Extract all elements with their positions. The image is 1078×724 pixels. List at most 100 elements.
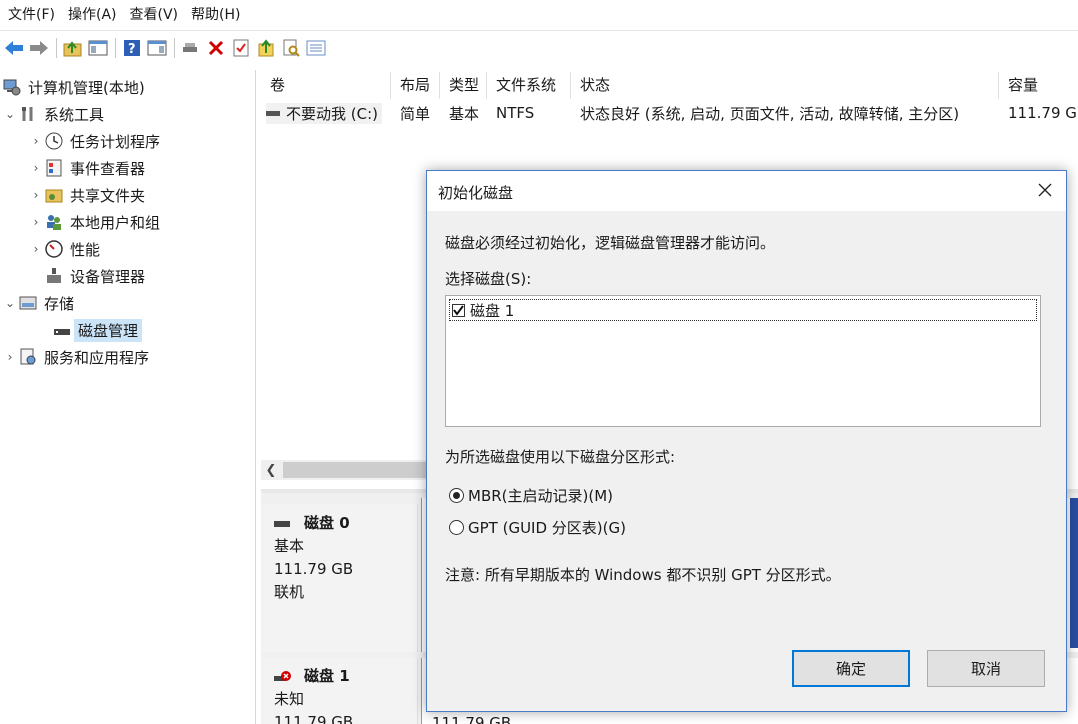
- connect-icon[interactable]: [179, 36, 203, 60]
- event-log-icon: [44, 158, 64, 178]
- partition-style-label: 为所选磁盘使用以下磁盘分区形式:: [445, 448, 676, 466]
- tree-item-device-manager[interactable]: 设备管理器: [44, 263, 145, 289]
- scrollbar-thumb[interactable]: [283, 462, 431, 478]
- properties-checklist-icon[interactable]: [229, 36, 253, 60]
- back-arrow-icon[interactable]: [2, 36, 26, 60]
- filesystem-cell: NTFS: [496, 104, 535, 122]
- disk-management-icon: [52, 320, 72, 340]
- tree-item-storage[interactable]: ⌄ 存储: [2, 290, 74, 316]
- disk-0-name: 磁盘 0: [304, 514, 350, 532]
- menu-action[interactable]: 操作(A): [66, 4, 128, 24]
- svg-text:?: ?: [128, 42, 136, 57]
- column-header-type[interactable]: 类型: [440, 72, 487, 99]
- chevron-right-icon[interactable]: ›: [28, 215, 44, 229]
- dialog-titlebar[interactable]: 初始化磁盘: [427, 171, 1066, 211]
- disk-checkbox[interactable]: [452, 303, 465, 317]
- tree-item-services-apps[interactable]: › 服务和应用程序: [2, 344, 149, 370]
- tree-label: 设备管理器: [70, 267, 146, 286]
- column-header-capacity[interactable]: 容量: [999, 72, 1078, 99]
- list-item[interactable]: 磁盘 1: [449, 299, 1037, 321]
- disk-icon: [274, 520, 290, 527]
- volume-table-header: 卷 布局 类型 文件系统 状态 容量: [261, 72, 1078, 99]
- tree-label: 本地用户和组: [70, 213, 161, 232]
- drive-icon: [266, 111, 280, 116]
- layout-cell: 简单: [400, 104, 431, 123]
- cancel-button[interactable]: 取消: [927, 650, 1045, 687]
- chevron-right-icon[interactable]: ›: [2, 350, 18, 364]
- disk-select-list[interactable]: 磁盘 1: [445, 295, 1041, 427]
- disk-1-size: 111.79 GB: [274, 713, 354, 724]
- tree-label: 系统工具: [44, 105, 105, 124]
- performance-icon: [44, 239, 64, 259]
- list-view-icon[interactable]: [304, 36, 328, 60]
- up-folder-icon[interactable]: [61, 36, 85, 60]
- export-list-icon[interactable]: [254, 36, 278, 60]
- tree-item-disk-management[interactable]: 磁盘管理: [52, 317, 143, 343]
- tree-label: 计算机管理(本地): [28, 78, 145, 97]
- gpt-note: 注意: 所有早期版本的 Windows 都不识别 GPT 分区形式。: [445, 566, 841, 584]
- disk-0-type: 基本: [274, 537, 305, 555]
- forward-arrow-icon[interactable]: [27, 36, 51, 60]
- disk-1-info[interactable]: 磁盘 1 未知 111.79 GB: [262, 658, 418, 724]
- computer-management-window: 文件(F) 操作(A) 查看(V) 帮助(H) ? 计算机管理(本地) ⌄ 系统…: [0, 0, 1078, 724]
- status-cell: 状态良好 (系统, 启动, 页面文件, 活动, 故障转储, 主分区): [580, 104, 960, 123]
- services-icon: [18, 347, 38, 367]
- gpt-option[interactable]: GPT (GUID 分区表)(G): [449, 517, 626, 538]
- disk-unknown-error-icon: [274, 670, 292, 684]
- column-header-status[interactable]: 状态: [571, 72, 999, 99]
- delete-icon[interactable]: [204, 36, 228, 60]
- menu-help[interactable]: 帮助(H): [189, 4, 251, 24]
- clock-icon: [44, 131, 64, 151]
- gpt-radio[interactable]: [449, 520, 464, 535]
- computer-management-icon: [2, 77, 22, 97]
- storage-icon: [18, 293, 38, 313]
- chevron-down-icon[interactable]: ⌄: [2, 107, 18, 121]
- capacity-cell: 111.79 G: [1008, 104, 1077, 122]
- menu-bar: 文件(F) 操作(A) 查看(V) 帮助(H): [0, 0, 1078, 28]
- help-icon[interactable]: ?: [120, 36, 144, 60]
- disk-1-name: 磁盘 1: [304, 667, 350, 685]
- initialize-disk-dialog: 初始化磁盘 磁盘必须经过初始化，逻辑磁盘管理器才能访问。 选择磁盘(S): 磁盘…: [426, 170, 1067, 712]
- table-row[interactable]: 不要动我 (C:) 简单 基本 NTFS 状态良好 (系统, 启动, 页面文件,…: [261, 100, 1078, 126]
- column-header-filesystem[interactable]: 文件系统: [487, 72, 571, 99]
- shared-folder-icon: [44, 185, 64, 205]
- disk-0-size: 111.79 GB: [274, 560, 354, 578]
- tree-item-computer-management[interactable]: 计算机管理(本地): [2, 74, 145, 100]
- tree-item-local-users[interactable]: › 本地用户和组: [28, 209, 160, 235]
- chevron-right-icon[interactable]: ›: [28, 161, 44, 175]
- chevron-down-icon[interactable]: ⌄: [2, 296, 18, 310]
- mbr-radio[interactable]: [449, 488, 464, 503]
- column-header-volume[interactable]: 卷: [261, 72, 391, 99]
- users-icon: [44, 212, 64, 232]
- type-cell: 基本: [449, 104, 480, 123]
- navigation-tree: 计算机管理(本地) ⌄ 系统工具 › 任务计划程序 › 事件查看器 › 共享文件…: [0, 70, 256, 724]
- horizontal-scrollbar[interactable]: ❮: [261, 460, 431, 480]
- mbr-label: MBR(主启动记录)(M): [468, 487, 614, 505]
- chevron-right-icon[interactable]: ›: [28, 134, 44, 148]
- close-icon[interactable]: [1034, 179, 1056, 201]
- select-disk-label: 选择磁盘(S):: [445, 270, 532, 288]
- tree-label: 任务计划程序: [70, 132, 161, 151]
- disk-0-info[interactable]: 磁盘 0 基本 111.79 GB 联机: [262, 504, 418, 652]
- toolbar-separator: [56, 37, 57, 58]
- show-hide-tree-icon[interactable]: [86, 36, 110, 60]
- show-action-pane-icon[interactable]: [145, 36, 169, 60]
- tree-item-system-tools[interactable]: ⌄ 系统工具: [2, 101, 104, 127]
- chevron-right-icon[interactable]: ›: [28, 188, 44, 202]
- tree-label: 服务和应用程序: [44, 348, 150, 367]
- menu-file[interactable]: 文件(F): [6, 4, 66, 24]
- menu-view[interactable]: 查看(V): [128, 4, 190, 24]
- mbr-option[interactable]: MBR(主启动记录)(M): [449, 485, 613, 506]
- scroll-left-icon[interactable]: ❮: [261, 460, 281, 480]
- ok-button[interactable]: 确定: [792, 650, 910, 687]
- tree-item-task-scheduler[interactable]: › 任务计划程序: [28, 128, 160, 154]
- tree-label: 共享文件夹: [70, 186, 146, 205]
- search-document-icon[interactable]: [279, 36, 303, 60]
- column-header-layout[interactable]: 布局: [391, 72, 440, 99]
- volume-name: 不要动我 (C:): [286, 105, 378, 123]
- tree-item-shared-folders[interactable]: › 共享文件夹: [28, 182, 145, 208]
- chevron-right-icon[interactable]: ›: [28, 242, 44, 256]
- gpt-label: GPT (GUID 分区表)(G): [468, 519, 626, 537]
- tree-item-performance[interactable]: › 性能: [28, 236, 100, 262]
- tree-item-event-viewer[interactable]: › 事件查看器: [28, 155, 145, 181]
